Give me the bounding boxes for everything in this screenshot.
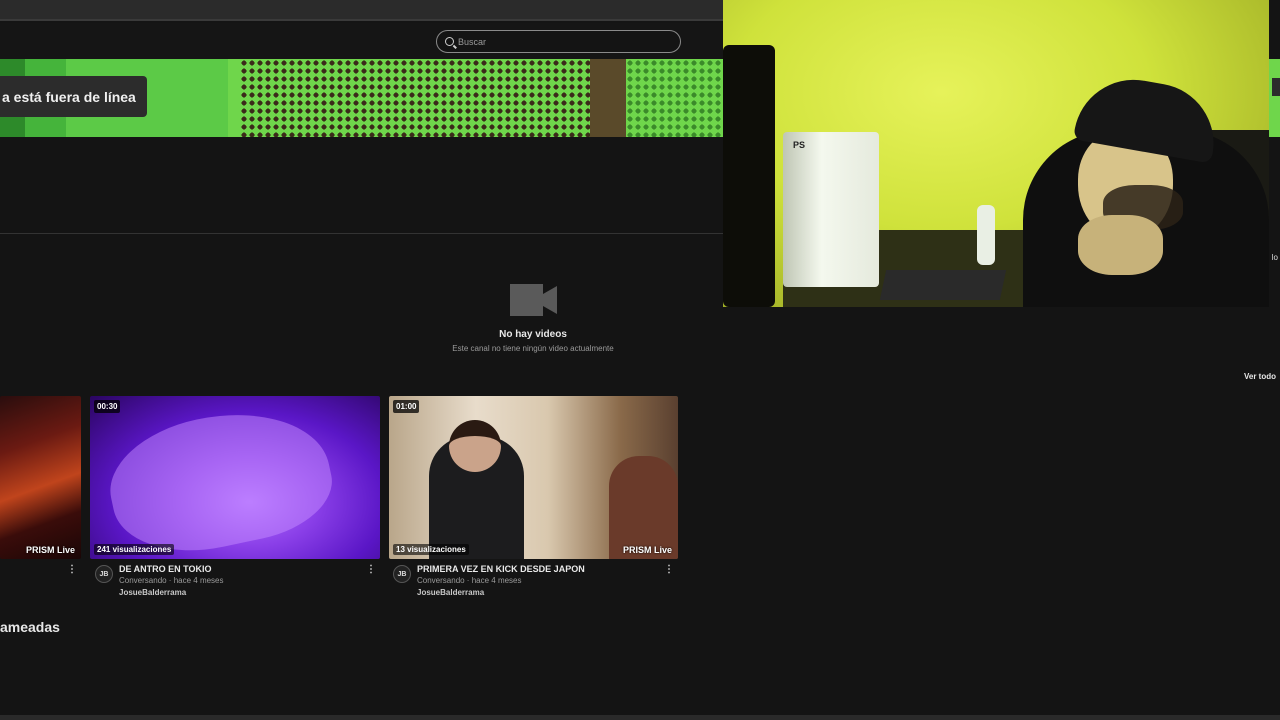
- clip-thumbnail[interactable]: 00:30 241 visualizaciones: [90, 396, 380, 559]
- video-camera-icon: [510, 284, 557, 316]
- offline-status-text: a está fuera de línea: [2, 88, 136, 105]
- section-heading: ameadas: [0, 619, 60, 635]
- clip-category-time: Conversando · hace 4 meses: [119, 576, 224, 585]
- avatar[interactable]: JB: [95, 565, 113, 583]
- webcam-overlay: PS: [723, 0, 1269, 307]
- prism-live-watermark: PRISM Live: [622, 545, 672, 555]
- clip-title[interactable]: PRIMERA VEZ EN KICK DESDE JAPON: [417, 564, 585, 574]
- search-placeholder: Buscar: [458, 36, 487, 47]
- clip-channel-name[interactable]: JosueBalderrama: [417, 588, 484, 597]
- browser-top-bar: [0, 0, 723, 21]
- clip-category-time: Conversando · hace 4 meses: [417, 576, 522, 585]
- bottom-strip: [0, 715, 1280, 720]
- prism-live-watermark: PRISM Live: [25, 545, 75, 555]
- offline-status-badge: a está fuera de línea: [0, 76, 147, 117]
- empty-videos-subtitle: Este canal no tiene ningún video actualm…: [452, 344, 614, 353]
- clip-views: 241 visualizaciones: [94, 544, 175, 555]
- clip-duration: 00:30: [94, 400, 121, 413]
- clip-options-button[interactable]: ⋮: [366, 564, 376, 575]
- see-all-link[interactable]: Ver todo: [1244, 372, 1276, 381]
- search-icon: [445, 37, 454, 46]
- section-divider: [0, 233, 723, 234]
- clip-title[interactable]: DE ANTRO EN TOKIO: [119, 564, 212, 574]
- clip-options-button[interactable]: ⋮: [664, 564, 674, 575]
- empty-videos-title: No hay videos: [499, 329, 567, 340]
- edge-text: lo: [1271, 253, 1278, 262]
- clip-options-button[interactable]: ⋮: [67, 564, 77, 575]
- avatar[interactable]: JB: [393, 565, 411, 583]
- clip-duration: 01:00: [393, 400, 420, 413]
- clip-thumbnail[interactable]: 01:00 13 visualizaciones PRISM Live: [389, 396, 678, 559]
- clip-views: 13 visualizaciones: [393, 544, 469, 555]
- clip-thumbnail[interactable]: PRISM Live: [0, 396, 81, 559]
- search-input[interactable]: Buscar: [436, 30, 681, 53]
- clip-channel-name[interactable]: JosueBalderrama: [119, 588, 186, 597]
- playstation-logo: PS: [793, 140, 806, 150]
- right-edge-panel: [1269, 0, 1280, 140]
